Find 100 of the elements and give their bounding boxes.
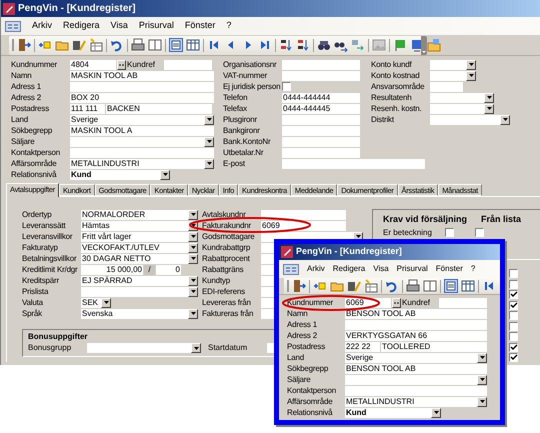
text-field[interactable]: 222 22 — [345, 342, 380, 352]
field-label: Land — [11, 114, 29, 124]
dropdown[interactable]: VECKOFAKT./UTLEV — [81, 242, 198, 252]
field-label: Godsmottagare — [202, 232, 256, 242]
menu-item[interactable]: ? — [226, 19, 232, 33]
dropdown[interactable]: METALLINDUSTRI — [345, 396, 487, 406]
field-label: Rabattprocent — [202, 254, 251, 264]
field-label: Konto kundf — [371, 60, 413, 70]
field-label: Startdatum — [208, 342, 248, 354]
field-label: Betalningsvillkor — [22, 254, 78, 264]
field-label: Utbetalar.Nr — [223, 148, 264, 158]
menu-item[interactable]: Redigera — [332, 263, 366, 275]
field-label: Kundref — [402, 296, 432, 308]
menu-item[interactable]: Visa — [110, 19, 128, 33]
text-field[interactable]: 6069 — [261, 220, 346, 230]
menu-item[interactable]: Arkiv — [307, 263, 325, 275]
field-label: Relationsnivå — [287, 408, 334, 418]
field-label: Resultatenh — [371, 92, 412, 102]
field-label: Levereras från — [202, 298, 252, 308]
field-label: Adress 1 — [287, 320, 318, 330]
field-label: Kundnummer — [11, 60, 58, 70]
dropdown[interactable]: NORMALORDER — [81, 210, 198, 220]
dropdown[interactable]: EJ SPÄRRAD — [81, 276, 198, 286]
field-label: Avtalskundnr — [202, 210, 247, 220]
menu-item[interactable]: Fönster — [184, 19, 216, 33]
field-label: Prislista — [22, 286, 50, 296]
field-label: Organisationsnr — [223, 60, 278, 70]
field-label: Bank.KontoNr — [223, 136, 272, 146]
text-field[interactable]: MASKIN TOOL AB — [70, 70, 214, 80]
field-label: Postadress — [287, 342, 326, 352]
dropdown[interactable]: Fritt vårt lager — [81, 232, 198, 242]
dropdown[interactable]: Sverige — [345, 352, 487, 362]
field-label: Resenh. kostn. — [371, 104, 423, 114]
column-heading: Från lista — [481, 213, 522, 226]
field-label: Kontaktperson — [287, 386, 337, 396]
dropdown[interactable]: Kund — [345, 408, 441, 418]
field-label: Adress 1 — [11, 82, 42, 92]
menu-item[interactable]: Prisurval — [138, 19, 174, 33]
field-label: Telefax — [223, 104, 248, 114]
field-label: Ansvarsområde — [371, 82, 426, 92]
field-label: Adress 2 — [287, 330, 318, 340]
column-heading: Krav vid försäljning — [383, 213, 468, 226]
field-label: Fakturakundnr — [202, 220, 252, 230]
dropdown[interactable]: 30 DAGAR NETTO — [81, 254, 198, 264]
field-label: Kreditspärr — [22, 276, 60, 286]
field-label: Adress 2 — [11, 92, 42, 102]
field-label: Kundtyp — [202, 276, 231, 286]
menu-item[interactable]: Arkiv — [32, 19, 52, 33]
field-label: Kontaktperson — [11, 148, 61, 158]
text-field[interactable]: 15 000,00 — [81, 264, 143, 274]
field-label: Kundref — [127, 58, 156, 70]
field-label: Kundrabattgrp — [202, 242, 252, 252]
text-field[interactable]: BENSON TOOL AB — [345, 308, 487, 318]
text-field[interactable]: 0444-444445 — [282, 104, 360, 114]
text-field[interactable]: VERKTYGSGATAN 66 — [345, 330, 487, 340]
field-label: Bonusgrupp — [28, 342, 72, 354]
field-label: Säljare — [11, 136, 36, 146]
field-label: Affärsområde — [287, 396, 334, 406]
text-field[interactable]: 4804 — [70, 60, 116, 70]
menu-item[interactable]: Prisurval — [396, 263, 428, 275]
dropdown[interactable]: Hämtas — [81, 220, 198, 230]
field-label: Konto kostnad — [371, 70, 421, 80]
field-label: VAT-nummer — [223, 70, 268, 80]
field-label: Språk — [22, 308, 43, 318]
window-title: PengVin - [Kundregister] — [18, 2, 136, 16]
text-field[interactable]: TOOLLERED — [381, 342, 487, 352]
separator-label: / — [144, 264, 155, 274]
dropdown[interactable]: Sverige — [70, 114, 214, 124]
field-label: Leveransvillkor — [22, 232, 74, 242]
text-field[interactable]: 0444-444444 — [282, 92, 360, 102]
field-label: Ordertyp — [22, 210, 53, 220]
field-label: Faktureras från — [202, 308, 254, 318]
field-label: Leveranssätt — [22, 220, 66, 230]
dropdown[interactable]: METALLINDUSTRI — [70, 158, 214, 168]
text-field[interactable]: BACKEN — [106, 104, 212, 114]
field-label: Distrikt — [371, 114, 395, 124]
field-label: EDI-referens — [202, 286, 246, 296]
field-label: Rabattgräns — [202, 264, 244, 274]
menu-item[interactable]: Fönster — [436, 263, 463, 275]
field-label: Plusgironr — [223, 114, 258, 124]
dropdown[interactable]: Svenska — [81, 308, 198, 318]
menu-item[interactable]: ? — [470, 263, 476, 275]
menu-item[interactable]: Visa — [373, 263, 389, 275]
dropdown[interactable]: Kund — [70, 170, 170, 180]
field-label: Ej juridisk person — [223, 82, 281, 92]
window-title: PengVin - [Kundregister] — [296, 245, 402, 258]
field-label: Valuta — [22, 298, 44, 308]
menu-item[interactable]: Redigera — [63, 19, 100, 33]
field-label: Land — [287, 352, 305, 362]
text-field[interactable]: 111 111 — [70, 104, 105, 114]
field-label: Relationsnivå — [11, 170, 58, 180]
text-field[interactable]: 0 — [156, 264, 181, 274]
text-field[interactable]: MASKIN TOOL A — [70, 126, 214, 136]
text-field[interactable]: BENSON TOOL AB — [345, 364, 487, 374]
field-label: Bankgironr — [223, 126, 261, 136]
field-label: Affärsområde — [11, 158, 58, 168]
text-field[interactable]: BOX 20 — [70, 92, 214, 102]
field-label: Säljare — [287, 374, 312, 384]
dropdown[interactable]: SEK — [81, 298, 111, 308]
field-label: Kreditlimit Kr/dgr — [22, 264, 79, 274]
